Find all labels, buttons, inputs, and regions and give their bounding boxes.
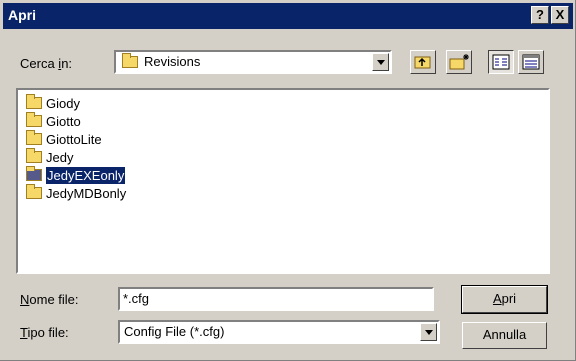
title-bar: Apri ? X [3,3,573,29]
close-button[interactable]: X [551,6,569,24]
open-dialog: Apri ? X Cerca in: Revisions Giody Giott… [0,0,576,361]
filetype-select[interactable]: Config File (*.cfg) [118,320,440,344]
folder-icon [26,130,42,145]
folder-icon [26,148,42,163]
help-button[interactable]: ? [531,6,549,24]
lookin-label: Cerca in: [20,56,73,71]
folder-open-icon [122,53,138,68]
folder-icon [26,94,42,109]
file-list[interactable]: Giody Giotto GiottoLite Jedy JedyEXEonly… [16,88,550,274]
lookin-value: Revisions [144,54,201,69]
new-folder-icon [449,54,469,70]
list-view-icon [492,54,510,70]
list-view-button[interactable] [488,50,514,74]
details-view-button[interactable] [518,50,544,74]
folder-icon [26,112,42,127]
up-folder-button[interactable] [410,50,436,74]
filename-label: Nome file: [20,292,79,307]
filetype-label: Tipo file: [20,325,69,340]
cancel-button[interactable]: Annulla [462,322,547,349]
folder-icon [26,184,42,199]
new-folder-button[interactable] [446,50,472,74]
chevron-down-icon[interactable] [420,323,437,341]
lookin-combo[interactable]: Revisions [114,50,392,74]
folder-icon [26,166,42,181]
filetype-value: Config File (*.cfg) [124,324,225,339]
details-view-icon [522,54,540,70]
dialog-title: Apri [8,7,36,23]
up-folder-icon [414,56,431,69]
chevron-down-icon[interactable] [372,53,389,71]
filename-input[interactable]: *.cfg [118,287,434,311]
open-button[interactable]: Apri [461,285,548,314]
